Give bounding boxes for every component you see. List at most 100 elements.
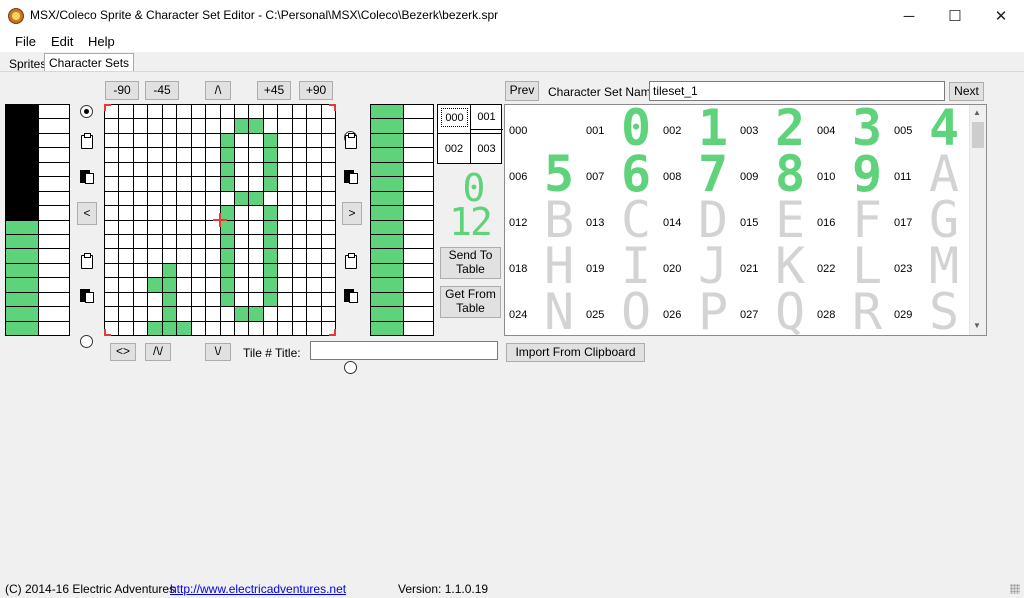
char-glyph[interactable]: Q: [772, 287, 808, 335]
pixel-cell[interactable]: [263, 148, 278, 162]
pixel-cell[interactable]: [206, 249, 220, 263]
pixel-cell[interactable]: [206, 105, 220, 119]
background-color-cell[interactable]: [404, 191, 433, 206]
pixel-cell[interactable]: [263, 191, 278, 206]
foreground-color-cell[interactable]: [6, 206, 38, 220]
pixel-cell[interactable]: [105, 278, 119, 292]
pixel-cell[interactable]: [220, 321, 234, 335]
foreground-color-cell[interactable]: [371, 234, 403, 249]
pixel-cell[interactable]: [133, 220, 148, 234]
pixel-cell[interactable]: [249, 105, 263, 119]
pixel-cell[interactable]: [292, 321, 307, 335]
pixel-cell[interactable]: [220, 148, 234, 162]
foreground-color-cell[interactable]: [371, 263, 403, 278]
left-color-radio[interactable]: [80, 105, 93, 118]
maximize-button[interactable]: ☐: [932, 0, 978, 32]
pixel-cell[interactable]: [105, 292, 119, 307]
foreground-color-cell[interactable]: [6, 249, 38, 263]
background-color-cell[interactable]: [404, 105, 433, 119]
background-color-cell[interactable]: [404, 162, 433, 177]
pixel-cell[interactable]: [220, 133, 234, 148]
pixel-cell[interactable]: [249, 177, 263, 191]
tile-001[interactable]: 001: [470, 105, 503, 130]
pixel-cell[interactable]: [191, 220, 206, 234]
pixel-cell[interactable]: [133, 119, 148, 133]
copy-icon[interactable]: [79, 168, 95, 184]
pixel-cell[interactable]: [321, 234, 335, 249]
pixel-cell[interactable]: [105, 119, 119, 133]
pixel-cell[interactable]: [278, 177, 292, 191]
mirror-button[interactable]: <>: [110, 343, 136, 361]
pixel-cell[interactable]: [263, 105, 278, 119]
background-color-cell[interactable]: [39, 148, 69, 162]
background-color-cell[interactable]: [39, 307, 69, 321]
background-color-cell[interactable]: [404, 220, 433, 234]
pixel-cell[interactable]: [321, 249, 335, 263]
foreground-color-cell[interactable]: [371, 148, 403, 162]
pixel-cell[interactable]: [220, 206, 234, 220]
scroll-up-icon[interactable]: ▲: [973, 108, 981, 117]
pixel-cell[interactable]: [105, 177, 119, 191]
char-glyph[interactable]: 8: [772, 149, 808, 199]
pixel-cell[interactable]: [191, 278, 206, 292]
char-glyph[interactable]: N: [541, 287, 577, 335]
left-color-column[interactable]: [5, 104, 70, 336]
copy-icon[interactable]: [79, 287, 95, 303]
pixel-cell[interactable]: [292, 292, 307, 307]
pixel-cell[interactable]: [148, 148, 162, 162]
pixel-cell[interactable]: [234, 220, 249, 234]
char-glyph[interactable]: J: [695, 241, 731, 291]
minimize-button[interactable]: ─: [886, 0, 932, 32]
pixel-cell[interactable]: [162, 321, 177, 335]
pixel-cell[interactable]: [206, 220, 220, 234]
pixel-cell[interactable]: [177, 148, 191, 162]
pixel-cell[interactable]: [307, 263, 321, 278]
pixel-cell[interactable]: [119, 263, 133, 278]
pixel-cell[interactable]: [177, 220, 191, 234]
shift-up-button[interactable]: /\: [205, 81, 231, 100]
pixel-cell[interactable]: [177, 191, 191, 206]
pixel-cell[interactable]: [133, 133, 148, 148]
background-color-cell[interactable]: [404, 307, 433, 321]
pixel-cell[interactable]: [148, 292, 162, 307]
pixel-cell[interactable]: [177, 105, 191, 119]
pixel-cell[interactable]: [177, 307, 191, 321]
pixel-cell[interactable]: [191, 206, 206, 220]
pixel-cell[interactable]: [206, 177, 220, 191]
char-glyph[interactable]: E: [772, 195, 808, 245]
tile-000[interactable]: 000: [441, 108, 468, 127]
pixel-cell[interactable]: [278, 119, 292, 133]
pixel-cell[interactable]: [292, 206, 307, 220]
pixel-cell[interactable]: [148, 307, 162, 321]
close-button[interactable]: ✕: [978, 0, 1024, 32]
pixel-cell[interactable]: [177, 206, 191, 220]
pixel-cell[interactable]: [249, 206, 263, 220]
background-color-cell[interactable]: [39, 105, 69, 119]
char-glyph[interactable]: 0: [618, 105, 654, 153]
pixel-cell[interactable]: [321, 206, 335, 220]
foreground-color-cell[interactable]: [6, 105, 38, 119]
website-link[interactable]: http://www.electricadventures.net: [170, 582, 346, 596]
pixel-cell[interactable]: [292, 234, 307, 249]
pixel-cell[interactable]: [220, 105, 234, 119]
background-color-cell[interactable]: [404, 148, 433, 162]
char-glyph[interactable]: 9: [849, 149, 885, 199]
pixel-cell[interactable]: [307, 307, 321, 321]
background-color-cell[interactable]: [404, 234, 433, 249]
pixel-cell[interactable]: [263, 177, 278, 191]
pixel-cell[interactable]: [278, 133, 292, 148]
pixel-cell[interactable]: [321, 119, 335, 133]
copy-icon[interactable]: [343, 168, 359, 184]
scroll-thumb[interactable]: [972, 122, 984, 148]
pixel-cell[interactable]: [249, 321, 263, 335]
pixel-cell[interactable]: [263, 292, 278, 307]
shift-right-button[interactable]: >: [342, 202, 362, 225]
flip-button[interactable]: /\/: [145, 343, 171, 361]
pixel-cell[interactable]: [263, 220, 278, 234]
pixel-cell[interactable]: [234, 206, 249, 220]
pixel-cell[interactable]: [278, 191, 292, 206]
right-color-column[interactable]: [370, 104, 434, 336]
pixel-cell[interactable]: [119, 148, 133, 162]
background-color-cell[interactable]: [39, 263, 69, 278]
pixel-cell[interactable]: [263, 263, 278, 278]
